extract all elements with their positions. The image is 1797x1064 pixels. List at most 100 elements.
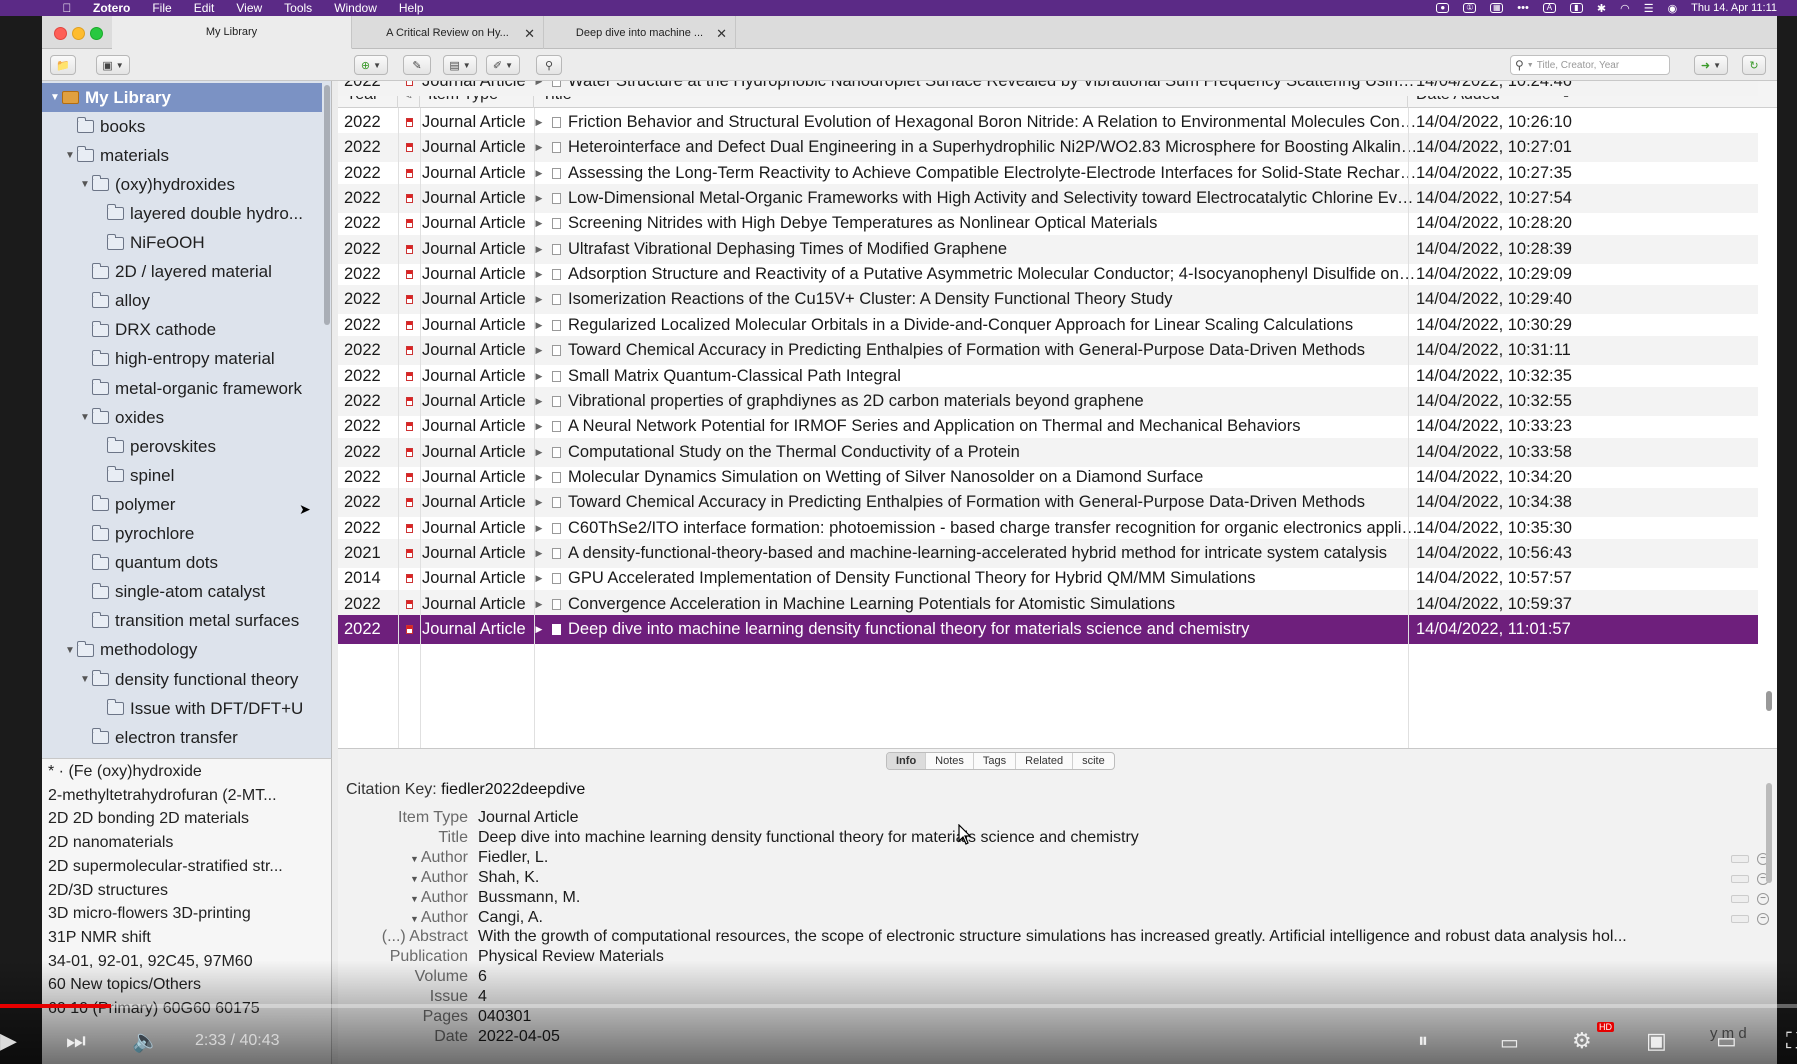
tag-row[interactable]: 60 10 (Primary) 60G60 60175 <box>48 1000 320 1018</box>
play-icon[interactable]: ▶ <box>0 1028 17 1054</box>
pdf-icon[interactable] <box>405 498 413 508</box>
zoom-window-button[interactable] <box>90 27 103 40</box>
field-label[interactable]: ▼ Author <box>410 909 468 927</box>
table-row[interactable]: 2022 Journal Article ▶ Water Structure at t… <box>338 81 1758 96</box>
add-attachment-button[interactable]: ▤ ▼ <box>443 55 477 75</box>
keyboard-status-icon[interactable]: ▦ <box>1490 3 1504 13</box>
switch-name-format-icon[interactable] <box>1731 914 1749 923</box>
item-pane-scrollbar[interactable] <box>1766 783 1772 883</box>
pdf-icon[interactable] <box>405 143 413 153</box>
field-value[interactable]: With the growth of computational resourc… <box>478 928 1668 946</box>
wifi-icon[interactable]: ◠ <box>1620 2 1630 15</box>
fullscreen-icon[interactable]: ⛶ <box>1786 1028 1797 1054</box>
pdf-icon[interactable] <box>405 447 413 457</box>
menu-help[interactable]: Help <box>388 1 435 15</box>
pdf-icon[interactable] <box>405 625 413 634</box>
record-status-icon[interactable]: ● <box>1436 3 1450 13</box>
table-row[interactable]: 2022 Journal Article ▶ Deep dive into machi… <box>338 615 1758 644</box>
library-menu-button[interactable]: ▣ ▼ <box>96 55 130 75</box>
tag-row[interactable]: 2-methyltetrahydrofuran (2-MT... <box>48 787 320 805</box>
pdf-icon[interactable] <box>405 270 413 280</box>
collection-row[interactable]: spinel <box>42 461 322 490</box>
pdf-icon[interactable] <box>405 346 413 356</box>
creator-type-chevron-icon[interactable]: ▼ <box>410 914 419 924</box>
field-value[interactable]: Physical Review Materials <box>478 948 1668 966</box>
collection-row[interactable]: single-atom catalyst <box>42 578 322 607</box>
collection-row[interactable]: ▼ (oxy)hydroxides <box>42 170 322 199</box>
close-tab-icon[interactable]: ✕ <box>524 26 535 42</box>
search-mode-chevron-icon[interactable]: ▼ <box>1527 62 1534 69</box>
switch-name-format-icon[interactable] <box>1731 894 1749 903</box>
collection-row[interactable]: electron transfer <box>42 723 322 752</box>
tag-row[interactable]: 2D 2D bonding 2D materials <box>48 810 320 828</box>
collection-scrollbar[interactable] <box>324 85 330 325</box>
tag-row[interactable]: 60 New topics/Others <box>48 976 320 994</box>
menu-file[interactable]: File <box>141 1 182 15</box>
collection-row[interactable]: DRX cathode <box>42 316 322 345</box>
collection-row[interactable]: layered double hydro... <box>42 199 322 228</box>
remove-author-icon[interactable]: − <box>1757 912 1769 925</box>
tab-notes[interactable]: Notes <box>926 753 974 769</box>
tab-tags[interactable]: Tags <box>974 753 1017 769</box>
pdf-icon[interactable] <box>405 371 413 381</box>
creator-type-chevron-icon[interactable]: ▼ <box>410 894 419 904</box>
field-label[interactable]: ▼ Author <box>410 889 468 907</box>
collection-row[interactable]: Issue with DFT/DFT+U <box>42 694 322 723</box>
tag-row[interactable]: 34-01, 92-01, 92C45, 97M60 <box>48 953 320 971</box>
creator-type-chevron-icon[interactable]: ▼ <box>410 874 419 884</box>
add-by-identifier-button[interactable]: ✎ <box>403 55 431 75</box>
close-window-button[interactable] <box>54 27 67 40</box>
pdf-icon[interactable] <box>405 219 413 229</box>
password-status-icon[interactable]: ① <box>1463 3 1477 13</box>
autoplay-toggle-icon[interactable]: ⏸ <box>1418 1030 1428 1053</box>
pdf-icon[interactable] <box>405 472 413 482</box>
theater-mode-icon[interactable]: ▭ <box>1716 1028 1737 1054</box>
collection-row[interactable]: polymer <box>42 490 322 519</box>
apple-menu-icon[interactable]:  <box>52 1 82 15</box>
pdf-icon[interactable] <box>405 194 413 204</box>
pdf-icon[interactable] <box>405 523 413 533</box>
tag-row[interactable]: 2D/3D structures <box>48 882 320 900</box>
pdf-icon[interactable] <box>405 244 413 254</box>
collection-row[interactable]: quantum dots <box>42 549 322 578</box>
subtitles-icon[interactable]: ▭ <box>1500 1030 1519 1055</box>
menu-edit[interactable]: Edit <box>183 1 226 15</box>
pdf-icon[interactable] <box>405 118 413 127</box>
pdf-icon[interactable] <box>405 295 413 305</box>
volume-icon[interactable]: 🔈 <box>132 1028 159 1054</box>
input-source-icon[interactable]: A <box>1542 3 1556 13</box>
tag-row[interactable]: 31P NMR shift <box>48 929 320 947</box>
tab-related[interactable]: Related <box>1016 753 1074 769</box>
search-input[interactable]: ⚲ ▼ Title, Creator, Year <box>1510 55 1670 75</box>
tab-critical-review[interactable]: A Critical Review on Hy... ✕ <box>352 16 544 49</box>
menu-window[interactable]: Window <box>323 1 388 15</box>
settings-gear-icon[interactable]: ⚙ <box>1572 1028 1592 1054</box>
disclosure-triangle-icon[interactable]: ▼ <box>48 92 62 103</box>
menu-view[interactable]: View <box>225 1 273 15</box>
next-video-icon[interactable]: ⏭ <box>66 1028 86 1054</box>
collection-row[interactable]: 2D / layered material <box>42 258 322 287</box>
tag-row[interactable]: 2D supermolecular-stratified str... <box>48 858 320 876</box>
field-value[interactable]: Cangi, A. <box>478 909 1668 927</box>
video-progress-bar[interactable] <box>0 1004 1797 1008</box>
field-value[interactable]: Fiedler, L. <box>478 849 1668 867</box>
collection-row[interactable]: perovskites <box>42 432 322 461</box>
field-value[interactable]: Journal Article <box>478 809 1668 827</box>
minimize-window-button[interactable] <box>72 27 85 40</box>
field-value[interactable]: Deep dive into machine learning density … <box>478 829 1668 847</box>
miniplayer-icon[interactable]: ▣ <box>1646 1028 1667 1054</box>
tag-row[interactable]: 3D micro-flowers 3D-printing <box>48 905 320 923</box>
disclosure-triangle-icon[interactable]: ▼ <box>63 645 77 656</box>
field-label[interactable]: ▼ Author <box>410 869 468 887</box>
tab-info[interactable]: Info <box>887 753 927 769</box>
collection-row[interactable]: ▼ methodology <box>42 636 322 665</box>
field-value[interactable]: 2022-04-05 <box>478 1028 1668 1046</box>
pdf-icon[interactable] <box>405 81 413 86</box>
switch-name-format-icon[interactable] <box>1731 874 1749 883</box>
field-value[interactable]: 040301 <box>478 1008 1668 1026</box>
remove-author-icon[interactable]: − <box>1757 892 1769 905</box>
new-item-button[interactable]: ⊕ ▼ <box>354 55 388 75</box>
new-collection-button[interactable]: 📁 <box>50 55 76 75</box>
collection-row[interactable]: NiFeOOH <box>42 229 322 258</box>
disclosure-triangle-icon[interactable]: ▼ <box>78 179 92 190</box>
